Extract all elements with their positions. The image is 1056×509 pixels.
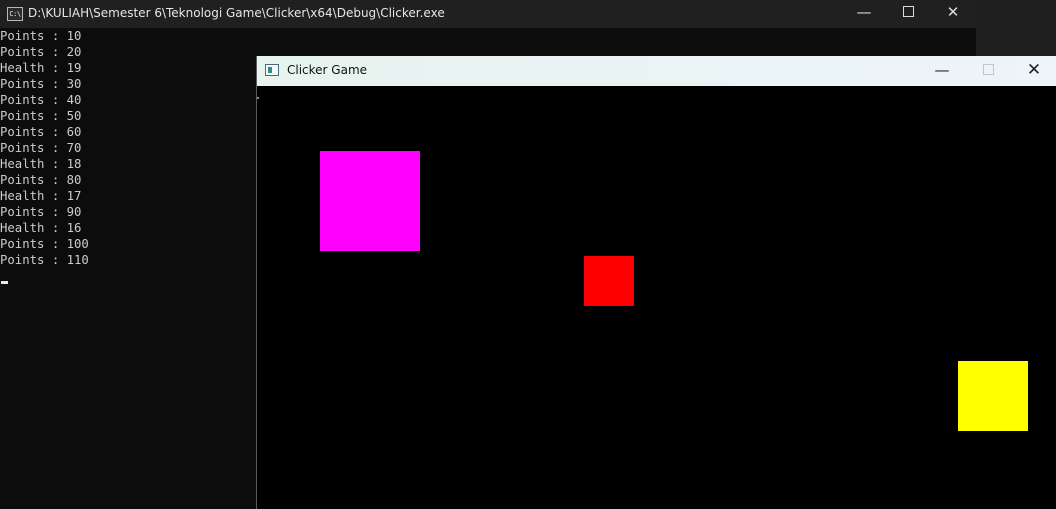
console-line: Points : 80: [0, 173, 82, 187]
canvas-pixel-mark: [257, 97, 259, 99]
magenta-square[interactable]: [320, 151, 420, 251]
console-app-icon: C:\: [7, 7, 23, 21]
console-line: Points : 30: [0, 77, 82, 91]
console-line: Points : 110: [0, 253, 89, 267]
console-line: Health : 16: [0, 221, 82, 235]
game-canvas[interactable]: [257, 86, 1056, 509]
maximize-icon: [982, 63, 994, 75]
console-line: Health : 18: [0, 157, 82, 171]
console-line: Points : 100: [0, 237, 89, 251]
console-titlebar[interactable]: C:\ D:\KULIAH\Semester 6\Teknologi Game\…: [0, 0, 976, 28]
game-window-title: Clicker Game: [287, 63, 368, 77]
close-icon: ✕: [946, 3, 960, 21]
console-line: Health : 19: [0, 61, 82, 75]
console-caret: [1, 281, 8, 284]
minimize-icon: —: [856, 3, 872, 21]
console-line: Points : 50: [0, 109, 82, 123]
maximize-icon: [902, 5, 914, 17]
desktop-screen: ☆ ☆ ☆ ▾ ▾ ▾ C:\ D:\KULIAH\Semester 6\Tek…: [0, 0, 1056, 509]
console-line: Points : 40: [0, 93, 82, 107]
console-line: Points : 70: [0, 141, 82, 155]
console-line: Points : 20: [0, 45, 82, 59]
console-line: Points : 90: [0, 205, 82, 219]
game-close-button[interactable]: ✕: [1011, 56, 1056, 86]
game-titlebar[interactable]: Clicker Game — ✕: [257, 56, 1056, 86]
game-maximize-button[interactable]: [965, 56, 1011, 86]
yellow-square[interactable]: [958, 361, 1028, 431]
minimize-icon: —: [934, 61, 950, 79]
console-maximize-button[interactable]: [886, 0, 930, 28]
close-icon: ✕: [1026, 60, 1042, 80]
game-window: Clicker Game — ✕: [256, 56, 1056, 509]
console-line: Health : 17: [0, 189, 82, 203]
console-close-button[interactable]: ✕: [931, 0, 975, 28]
red-square[interactable]: [584, 256, 634, 306]
console-window-title: D:\KULIAH\Semester 6\Teknologi Game\Clic…: [28, 6, 445, 20]
console-line: Points : 60: [0, 125, 82, 139]
console-minimize-button[interactable]: —: [842, 0, 886, 28]
console-line: Points : 10: [0, 29, 82, 43]
game-window-icon: [265, 64, 279, 76]
game-minimize-button[interactable]: —: [919, 56, 965, 86]
console-output: Points : 10 Points : 20 Health : 19 Poin…: [0, 28, 256, 268]
